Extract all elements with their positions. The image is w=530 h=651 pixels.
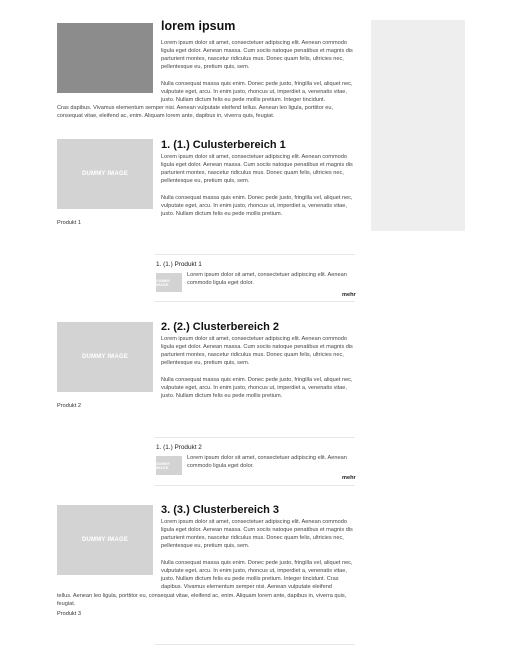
cluster-3-paragraph-3: tellus. Aenean leo ligula, porttitor eu,… <box>57 593 347 608</box>
divider <box>155 254 355 255</box>
intro-paragraph-3: Cras dapibus. Vivamus elementum semper n… <box>57 105 334 120</box>
divider <box>155 301 355 302</box>
dummy-image-label: DUMMY IMAGE <box>81 537 129 543</box>
divider <box>155 644 355 645</box>
cluster-2-title[interactable]: 2. (2.) Clusterbereich 2 <box>161 321 279 334</box>
cluster-3-product-label: Produkt 3 <box>57 611 81 617</box>
cluster-3-image: DUMMY IMAGE <box>57 505 153 575</box>
divider <box>155 485 355 486</box>
dummy-image-label: DUMMY IMAGE <box>156 461 171 470</box>
divider <box>155 437 355 438</box>
cluster-3-paragraph-2: Nulla consequat massa quis enim. Donec p… <box>161 560 353 591</box>
cluster-1-paragraph-2: Nulla consequat massa quis enim. Donec p… <box>161 195 353 218</box>
dummy-image-label: DUMMY IMAGE <box>81 354 129 360</box>
dummy-image-label: DUMMY IMAGE <box>156 278 171 287</box>
product-2-more-link[interactable]: mehr <box>342 475 356 481</box>
intro-paragraph-1: Lorem ipsum dolor sit amet, consectetuer… <box>161 40 353 71</box>
product-1-more-link[interactable]: mehr <box>342 292 356 298</box>
cluster-3-paragraph-1: Lorem ipsum dolor sit amet, consectetuer… <box>161 519 353 550</box>
cluster-1-paragraph-1: Lorem ipsum dolor sit amet, consectetuer… <box>161 154 353 185</box>
cluster-1-title[interactable]: 1. (1.) Culusterbereich 1 <box>161 139 286 152</box>
product-1-thumbnail[interactable]: DUMMY IMAGE <box>156 273 182 292</box>
product-2-title[interactable]: 1. (1.) Produkt 2 <box>156 444 202 451</box>
dummy-image-label: DUMMY IMAGE <box>81 171 129 177</box>
sidebar-panel <box>371 20 465 231</box>
page-title: lorem ipsum <box>161 19 236 33</box>
intro-paragraph-2: Nulla consequat massa quis enim. Donec p… <box>161 81 353 104</box>
product-1-title[interactable]: 1. (1.) Produkt 1 <box>156 261 202 268</box>
cluster-2-image: DUMMY IMAGE <box>57 322 153 392</box>
product-2-description: Lorem ipsum dolor sit amet, consectetuer… <box>187 455 347 469</box>
cluster-2-paragraph-2: Nulla consequat massa quis enim. Donec p… <box>161 377 353 400</box>
cluster-2-paragraph-1: Lorem ipsum dolor sit amet, consectetuer… <box>161 336 353 367</box>
cluster-1-image: DUMMY IMAGE <box>57 139 153 209</box>
cluster-3-title[interactable]: 3. (3.) Clusterbereich 3 <box>161 504 279 517</box>
cluster-2-product-label: Produkt 2 <box>57 403 81 409</box>
intro-image <box>57 23 153 93</box>
product-2-thumbnail[interactable]: DUMMY IMAGE <box>156 456 182 475</box>
cluster-1-product-label: Produkt 1 <box>57 220 81 226</box>
product-1-description: Lorem ipsum dolor sit amet, consectetuer… <box>187 272 347 286</box>
